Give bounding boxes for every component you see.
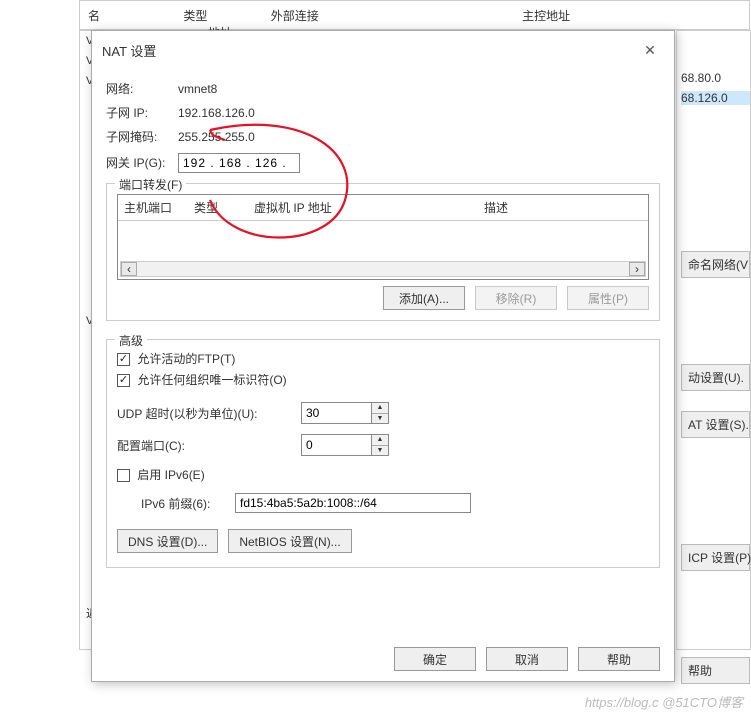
udp-up-button[interactable]: ▲ [372, 403, 388, 414]
config-port-label: 配置端口(C): [117, 437, 293, 454]
parent-col-name: 名 [88, 7, 100, 24]
add-button[interactable]: 添加(A)... [383, 286, 465, 310]
bg-dhcp-button[interactable]: ICP 设置(P). [681, 544, 750, 571]
horizontal-scrollbar[interactable]: ‹ › [120, 261, 646, 277]
table-header: 主机端口 类型 虚拟机 IP 地址 描述 [118, 195, 648, 221]
udp-timeout-input[interactable] [301, 402, 371, 424]
parent-header: 名 类型 外部连接 主控地址 地址 [79, 0, 750, 30]
scroll-left-button[interactable]: ‹ [121, 262, 137, 276]
chevron-left-icon: ‹ [127, 262, 131, 276]
bg-named-button[interactable]: 命名网络(V [681, 251, 750, 278]
col-vm-ip[interactable]: 虚拟机 IP 地址 [248, 195, 478, 220]
dialog-button-row: 确定 取消 帮助 [92, 637, 674, 681]
col-desc[interactable]: 描述 [478, 195, 648, 220]
parent-col-host: 主控地址 [522, 7, 570, 24]
remove-button[interactable]: 移除(R) [475, 286, 557, 310]
port-forward-table[interactable]: 主机端口 类型 虚拟机 IP 地址 描述 ‹ › [117, 194, 649, 280]
config-port-up-button[interactable]: ▲ [372, 435, 388, 446]
allow-ftp-label: 允许活动的FTP(T) [137, 352, 235, 366]
advanced-legend: 高级 [115, 332, 147, 349]
close-button[interactable]: ✕ [636, 39, 664, 61]
netbios-settings-button[interactable]: NetBIOS 设置(N)... [228, 529, 351, 553]
titlebar: NAT 设置 ✕ [92, 31, 674, 69]
bg-ip1: 68.80.0 [681, 71, 750, 85]
advanced-fieldset: 高级 允许活动的FTP(T) 允许任何组织唯一标识符(O) UDP 超时(以秒为… [106, 339, 660, 568]
dns-settings-button[interactable]: DNS 设置(D)... [117, 529, 218, 553]
allow-oui-checkbox[interactable] [117, 374, 130, 387]
gateway-label: 网关 IP(G): [106, 153, 178, 173]
dialog-title: NAT 设置 [102, 41, 156, 60]
gateway-ip-input[interactable] [178, 153, 300, 173]
enable-ipv6-checkbox[interactable] [117, 469, 130, 482]
udp-timeout-label: UDP 超时(以秒为单位)(U): [117, 405, 293, 422]
ok-button[interactable]: 确定 [394, 647, 476, 671]
nat-settings-dialog: NAT 设置 ✕ 网络: vmnet8 子网 IP: 192.168.126.0… [91, 30, 675, 682]
chevron-right-icon: › [635, 262, 639, 276]
help-button[interactable]: 帮助 [578, 647, 660, 671]
port-forward-legend: 端口转发(F) [115, 176, 186, 193]
watermark: https://blog.c @51CTO博客 [585, 692, 743, 711]
network-label: 网络: [106, 79, 178, 99]
close-icon: ✕ [644, 42, 656, 59]
col-type[interactable]: 类型 [188, 195, 248, 220]
allow-ftp-checkbox[interactable] [117, 353, 130, 366]
cancel-button[interactable]: 取消 [486, 647, 568, 671]
parent-right-strip: 68.80.0 68.126.0 命名网络(V 动设置(U). AT 设置(S)… [676, 30, 751, 650]
parent-col-ext: 外部连接 [271, 7, 319, 24]
bg-nat-button[interactable]: AT 设置(S). [681, 411, 750, 438]
subnet-ip-value: 192.168.126.0 [178, 103, 255, 123]
allow-oui-label: 允许任何组织唯一标识符(O) [137, 373, 286, 387]
scroll-right-button[interactable]: › [629, 262, 645, 276]
parent-col-type: 类型 [183, 7, 207, 24]
col-host-port[interactable]: 主机端口 [118, 195, 188, 220]
config-port-down-button[interactable]: ▼ [372, 446, 388, 456]
subnet-mask-label: 子网掩码: [106, 127, 178, 147]
network-value: vmnet8 [178, 79, 217, 99]
bg-ip2: 68.126.0 [681, 91, 750, 105]
config-port-spinner[interactable]: ▲ ▼ [301, 434, 389, 456]
udp-down-button[interactable]: ▼ [372, 414, 388, 424]
properties-button[interactable]: 属性(P) [567, 286, 649, 310]
bg-help-button[interactable]: 帮助 [681, 657, 750, 684]
bg-auto-button[interactable]: 动设置(U). [681, 364, 750, 391]
udp-timeout-spinner[interactable]: ▲ ▼ [301, 402, 389, 424]
subnet-ip-label: 子网 IP: [106, 103, 178, 123]
subnet-mask-value: 255.255.255.0 [178, 127, 255, 147]
port-forward-fieldset: 端口转发(F) 主机端口 类型 虚拟机 IP 地址 描述 ‹ › 添加(A)..… [106, 183, 660, 321]
enable-ipv6-label: 启用 IPv6(E) [137, 468, 204, 482]
ipv6-prefix-input[interactable] [235, 493, 471, 513]
config-port-input[interactable] [301, 434, 371, 456]
ipv6-prefix-label: IPv6 前缀(6): [141, 495, 227, 512]
